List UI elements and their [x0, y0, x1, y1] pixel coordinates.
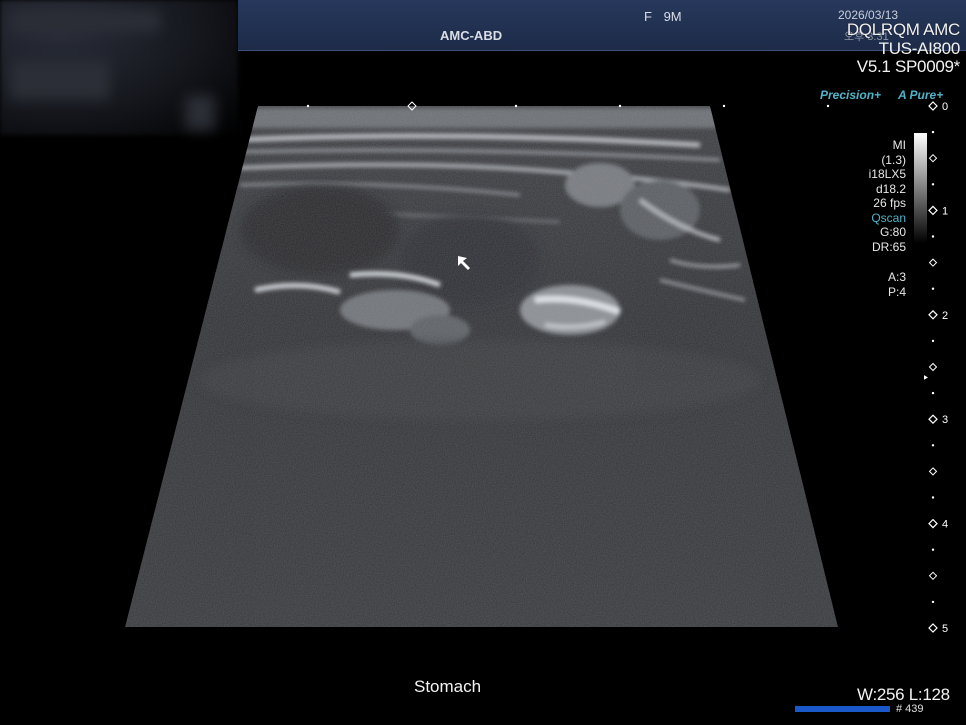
focus-marker-icon[interactable] — [924, 373, 928, 381]
imaging-parameters: MI (1.3) i18LX5 d18.2 26 fps Qscan G:80 … — [869, 138, 906, 299]
depth-label: 0 — [942, 101, 948, 113]
depth-minor-tick — [931, 235, 935, 238]
mi-label: MI — [892, 138, 906, 152]
depth-minor-tick — [931, 287, 935, 290]
depth-minor-tick — [931, 391, 935, 395]
depth-major-tick — [928, 414, 938, 425]
probe-name: i18LX5 — [868, 167, 906, 181]
depth-minor-tick — [931, 496, 935, 499]
ultrasound-image — [125, 101, 838, 627]
mi-value: (1.3) — [881, 152, 906, 167]
depth-label: 4 — [942, 519, 948, 531]
cine-progress-bar[interactable] — [795, 706, 890, 712]
depth-label: 5 — [942, 623, 948, 635]
depth-half-tick — [928, 258, 938, 267]
p-value: P:4 — [887, 284, 906, 299]
a-value: A:3 — [887, 270, 906, 284]
depth-minor-tick — [931, 183, 935, 186]
depth-half-tick — [928, 571, 938, 581]
depth-half-tick — [928, 362, 938, 372]
window-level-readout: W:256 L:128 — [857, 685, 950, 704]
depth-major-tick — [928, 623, 938, 633]
depth-major-tick — [928, 101, 938, 111]
depth-minor-tick — [931, 339, 935, 343]
depth-minor-tick — [931, 548, 935, 551]
gain-value: G:80 — [879, 225, 906, 239]
depth-major-tick — [928, 309, 938, 320]
depth-label: 1 — [942, 205, 948, 217]
body-mark-label[interactable]: Stomach — [414, 677, 481, 697]
depth-label: 3 — [942, 414, 948, 426]
frame-rate: 26 fps — [873, 196, 906, 210]
depth-half-tick — [928, 153, 938, 163]
depth-major-tick — [928, 205, 938, 216]
depth-minor-tick — [931, 444, 935, 447]
depth-label: 2 — [942, 310, 948, 322]
depth-major-tick — [928, 518, 938, 529]
frame-number: # 439 — [896, 703, 924, 715]
depth-minor-tick — [931, 600, 935, 604]
depth-value: d18.2 — [875, 181, 906, 196]
depth-minor-tick — [931, 130, 935, 134]
depth-half-tick — [928, 467, 938, 476]
dynamic-range-value: DR:65 — [871, 239, 906, 254]
qscan-indicator: Qscan — [871, 210, 906, 225]
pointer-arrow-icon[interactable] — [456, 254, 476, 274]
depth-scale: 0 1 2 3 4 5 — [924, 101, 948, 635]
